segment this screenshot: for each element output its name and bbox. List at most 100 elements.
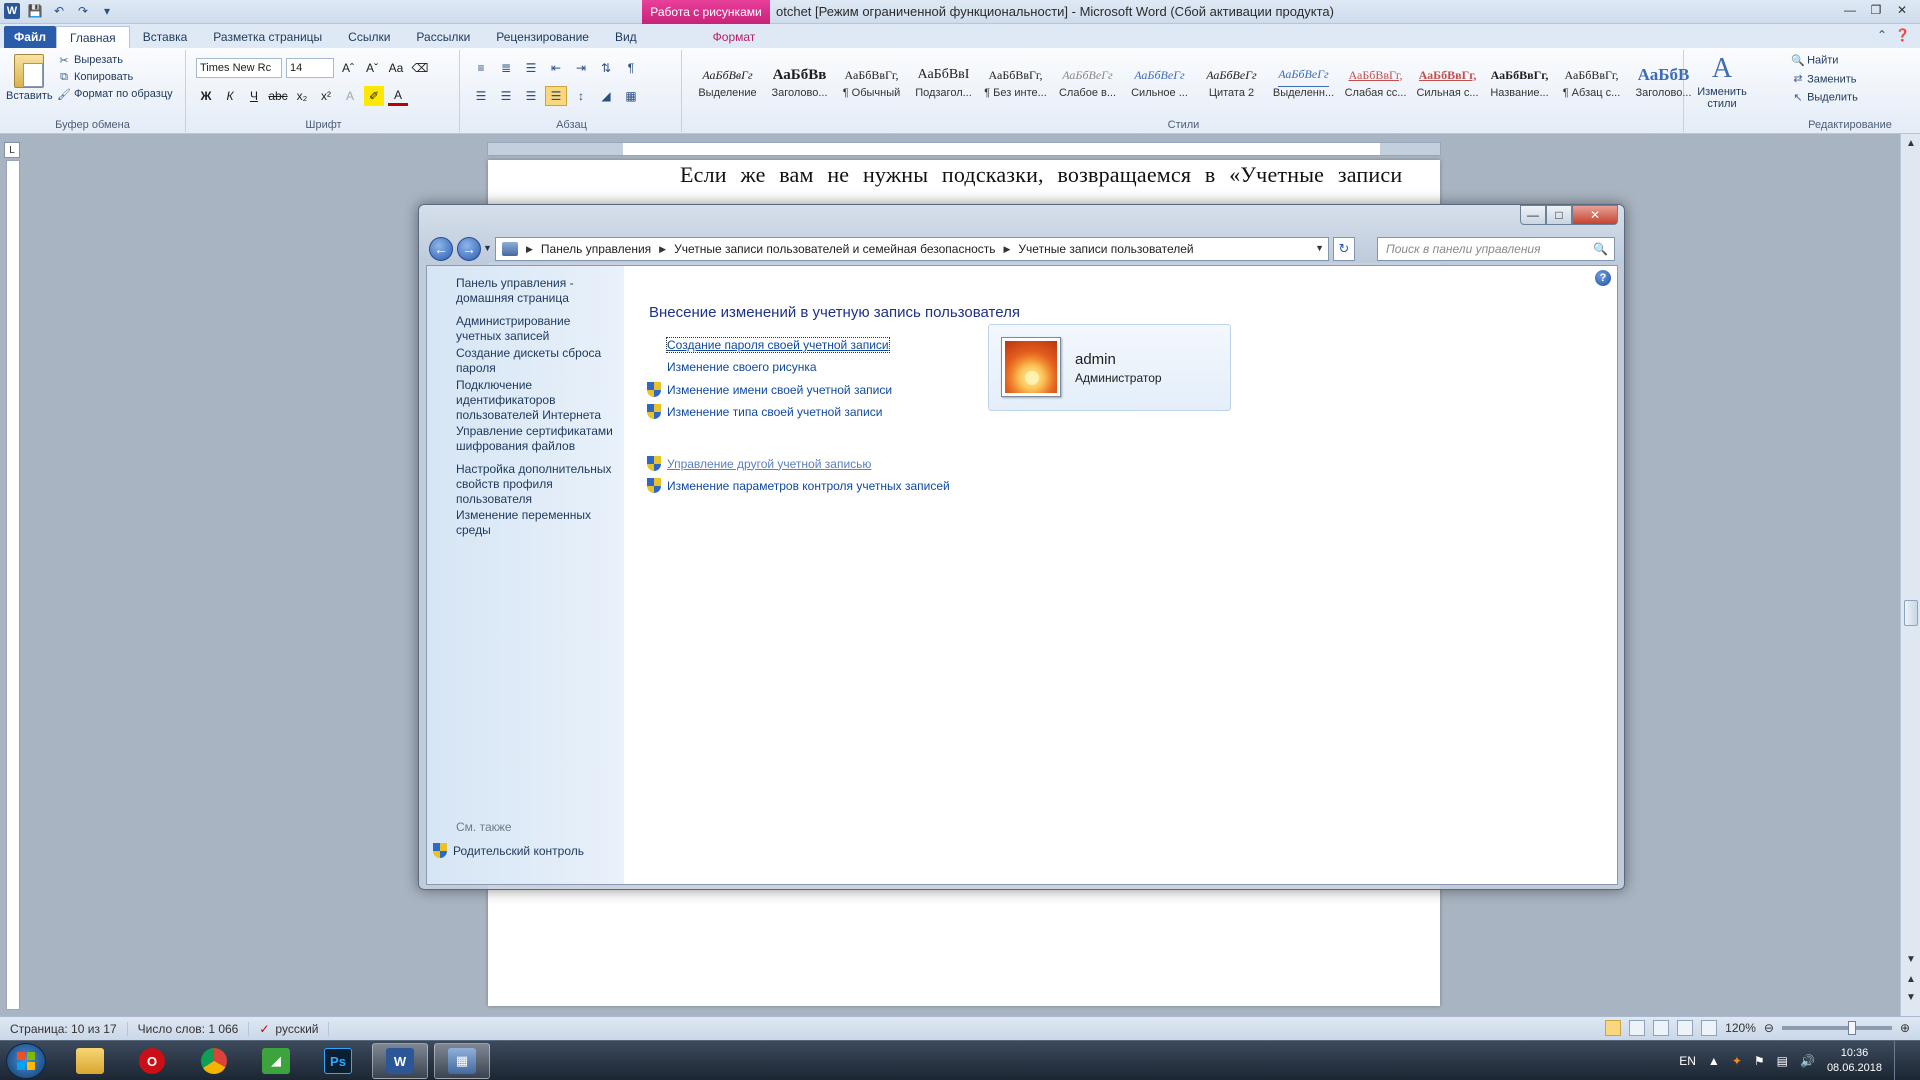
next-page-icon[interactable]: ▼	[1901, 992, 1920, 1003]
replace-button[interactable]: ⇄ Заменить	[1792, 73, 1858, 85]
tab-review[interactable]: Рецензирование	[483, 26, 602, 48]
network-icon[interactable]: ▤	[1777, 1054, 1788, 1068]
chevron-right-icon[interactable]: ▶	[659, 244, 666, 255]
align-left-icon[interactable]: ☰	[470, 86, 492, 106]
minimize-ribbon-icon[interactable]: ⌃	[1877, 28, 1887, 42]
style-subtle-emphasis[interactable]: АаБбВеГг Слабое в...	[1052, 54, 1123, 108]
address-dropdown-icon[interactable]: ▼	[1315, 243, 1324, 253]
zoom-out-icon[interactable]: ⊖	[1764, 1021, 1774, 1035]
style-heading-2[interactable]: АаБбВ Заголово...	[1628, 54, 1699, 108]
justify-icon[interactable]: ☰	[545, 86, 567, 106]
subscript-icon[interactable]: x₂	[292, 86, 312, 106]
clear-format-icon[interactable]: ⌫	[410, 58, 430, 78]
recent-pages-dropdown-icon[interactable]: ▼	[483, 243, 492, 253]
undo-icon[interactable]: ↶	[50, 2, 68, 20]
style-intense-quote[interactable]: АаБбВеГг Выделенн...	[1268, 54, 1339, 108]
forward-button[interactable]: →	[457, 237, 481, 261]
search-input[interactable]: Поиск в панели управления 🔍	[1377, 237, 1615, 261]
nav-manage-accounts[interactable]: Администрирование учетных записей	[456, 314, 616, 344]
word-count[interactable]: Число слов: 1 066	[128, 1021, 250, 1036]
scroll-up-icon[interactable]: ▲	[1901, 138, 1920, 149]
nav-online-ids[interactable]: Подключение идентификаторов пользователе…	[456, 378, 616, 423]
style-subtle-reference[interactable]: АаБбВвГг, Слабая сс...	[1340, 54, 1411, 108]
address-bar[interactable]: ▶ Панель управления ▶ Учетные записи пол…	[495, 237, 1329, 261]
word-app-icon[interactable]: W	[4, 3, 20, 19]
refresh-icon[interactable]: ↻	[1333, 237, 1355, 261]
save-icon[interactable]: 💾	[26, 2, 44, 20]
style-intense-reference[interactable]: АаБбВвГг, Сильная с...	[1412, 54, 1483, 108]
numbering-icon[interactable]: ≣	[495, 58, 517, 78]
change-case-icon[interactable]: Aa	[386, 58, 406, 78]
chevron-right-icon[interactable]: ▶	[1004, 244, 1011, 255]
italic-icon[interactable]: К	[220, 86, 240, 106]
back-button[interactable]: ←	[429, 237, 453, 261]
taskbar-opera[interactable]: O	[124, 1043, 180, 1079]
paste-button[interactable]: Вставить	[6, 54, 53, 102]
copy-button[interactable]: ⧉ Копировать	[58, 71, 173, 84]
nav-file-encryption-certs[interactable]: Управление сертификатами шифрования файл…	[456, 424, 616, 454]
print-layout-view-icon[interactable]	[1605, 1020, 1622, 1036]
vertical-scrollbar[interactable]: ▲ ▼ ▲ ▼	[1900, 134, 1920, 1016]
help-icon[interactable]: ?	[1595, 270, 1611, 286]
volume-icon[interactable]: 🔊	[1800, 1054, 1815, 1068]
style-no-spacing[interactable]: АаБбВвГг, ¶ Без инте...	[980, 54, 1051, 108]
tray-app-icon[interactable]: ✦	[1732, 1054, 1742, 1068]
taskbar-photoshop[interactable]: Ps	[310, 1043, 366, 1079]
tab-view[interactable]: Вид	[602, 26, 650, 48]
tab-format[interactable]: Формат	[700, 26, 769, 48]
zoom-level[interactable]: 120%	[1725, 1021, 1756, 1035]
line-spacing-icon[interactable]: ↕	[570, 86, 592, 106]
full-screen-reading-icon[interactable]	[1629, 1020, 1646, 1036]
taskbar-chrome[interactable]	[186, 1043, 242, 1079]
font-name-select[interactable]: Times New Rc	[196, 58, 282, 78]
task-manage-another-account[interactable]: Управление другой учетной записью	[647, 456, 871, 471]
draft-view-icon[interactable]	[1701, 1020, 1718, 1036]
breadcrumb-user-accounts[interactable]: Учетные записи пользователей	[1018, 242, 1193, 256]
customize-qat-icon[interactable]: ▾	[98, 2, 116, 20]
borders-icon[interactable]: ▦	[620, 86, 642, 106]
highlight-icon[interactable]: ✐	[364, 86, 384, 106]
search-icon[interactable]: 🔍	[1593, 242, 1608, 256]
nav-environment-variables[interactable]: Изменение переменных среды	[456, 508, 616, 538]
grow-font-icon[interactable]: Aˆ	[338, 58, 358, 78]
minimize-icon[interactable]: —	[1838, 1, 1862, 19]
shading-icon[interactable]: ◢	[595, 86, 617, 106]
select-button[interactable]: ↖ Выделить	[1792, 91, 1857, 104]
increase-indent-icon[interactable]: ⇥	[570, 58, 592, 78]
tab-home[interactable]: Главная	[56, 26, 130, 48]
breadcrumb-control-panel[interactable]: Панель управления	[541, 242, 651, 256]
maximize-icon[interactable]: □	[1546, 205, 1572, 225]
tab-mailings[interactable]: Рассылки	[403, 26, 483, 48]
style-normal[interactable]: АаБбВвГг, ¶ Обычный	[836, 54, 907, 108]
cut-button[interactable]: ✂ Вырезать	[58, 54, 173, 67]
tab-file[interactable]: Файл	[4, 26, 56, 48]
show-desktop-button[interactable]	[1894, 1041, 1908, 1080]
close-icon[interactable]: ✕	[1890, 1, 1914, 19]
bold-icon[interactable]: Ж	[196, 86, 216, 106]
format-painter-button[interactable]: 🖌 Формат по образцу	[57, 88, 173, 101]
close-icon[interactable]: ✕	[1572, 205, 1618, 225]
chevron-right-icon[interactable]: ▶	[526, 244, 533, 255]
vertical-ruler[interactable]	[6, 160, 20, 1010]
style-list-paragraph[interactable]: АаБбВвГг, ¶ Абзац с...	[1556, 54, 1627, 108]
zoom-in-icon[interactable]: ⊕	[1900, 1021, 1910, 1035]
scrollbar-thumb[interactable]	[1904, 600, 1918, 626]
tab-selector[interactable]: L	[4, 142, 20, 158]
align-center-icon[interactable]: ☰	[495, 86, 517, 106]
tab-insert[interactable]: Вставка	[130, 26, 201, 48]
taskbar-explorer[interactable]	[62, 1043, 118, 1079]
text-effects-icon[interactable]: A	[340, 86, 360, 106]
restore-icon[interactable]: ❐	[1864, 1, 1888, 19]
task-change-account-type[interactable]: Изменение типа своей учетной записи	[647, 404, 882, 419]
help-icon[interactable]: ❓	[1895, 28, 1910, 42]
tab-page-layout[interactable]: Разметка страницы	[200, 26, 335, 48]
shrink-font-icon[interactable]: Aˇ	[362, 58, 382, 78]
font-size-select[interactable]: 14	[286, 58, 334, 78]
task-create-password[interactable]: Создание пароля своей учетной записи	[647, 337, 890, 353]
horizontal-ruler[interactable]	[487, 142, 1441, 156]
bullets-icon[interactable]: ≡	[470, 58, 492, 78]
zoom-slider-thumb[interactable]	[1847, 1021, 1856, 1035]
nav-advanced-profile[interactable]: Настройка дополнительных свойств профиля…	[456, 462, 616, 507]
style-subtitle[interactable]: АаБбВвI Подзагол...	[908, 54, 979, 108]
nav-parental-controls[interactable]: Родительский контроль	[433, 843, 584, 858]
